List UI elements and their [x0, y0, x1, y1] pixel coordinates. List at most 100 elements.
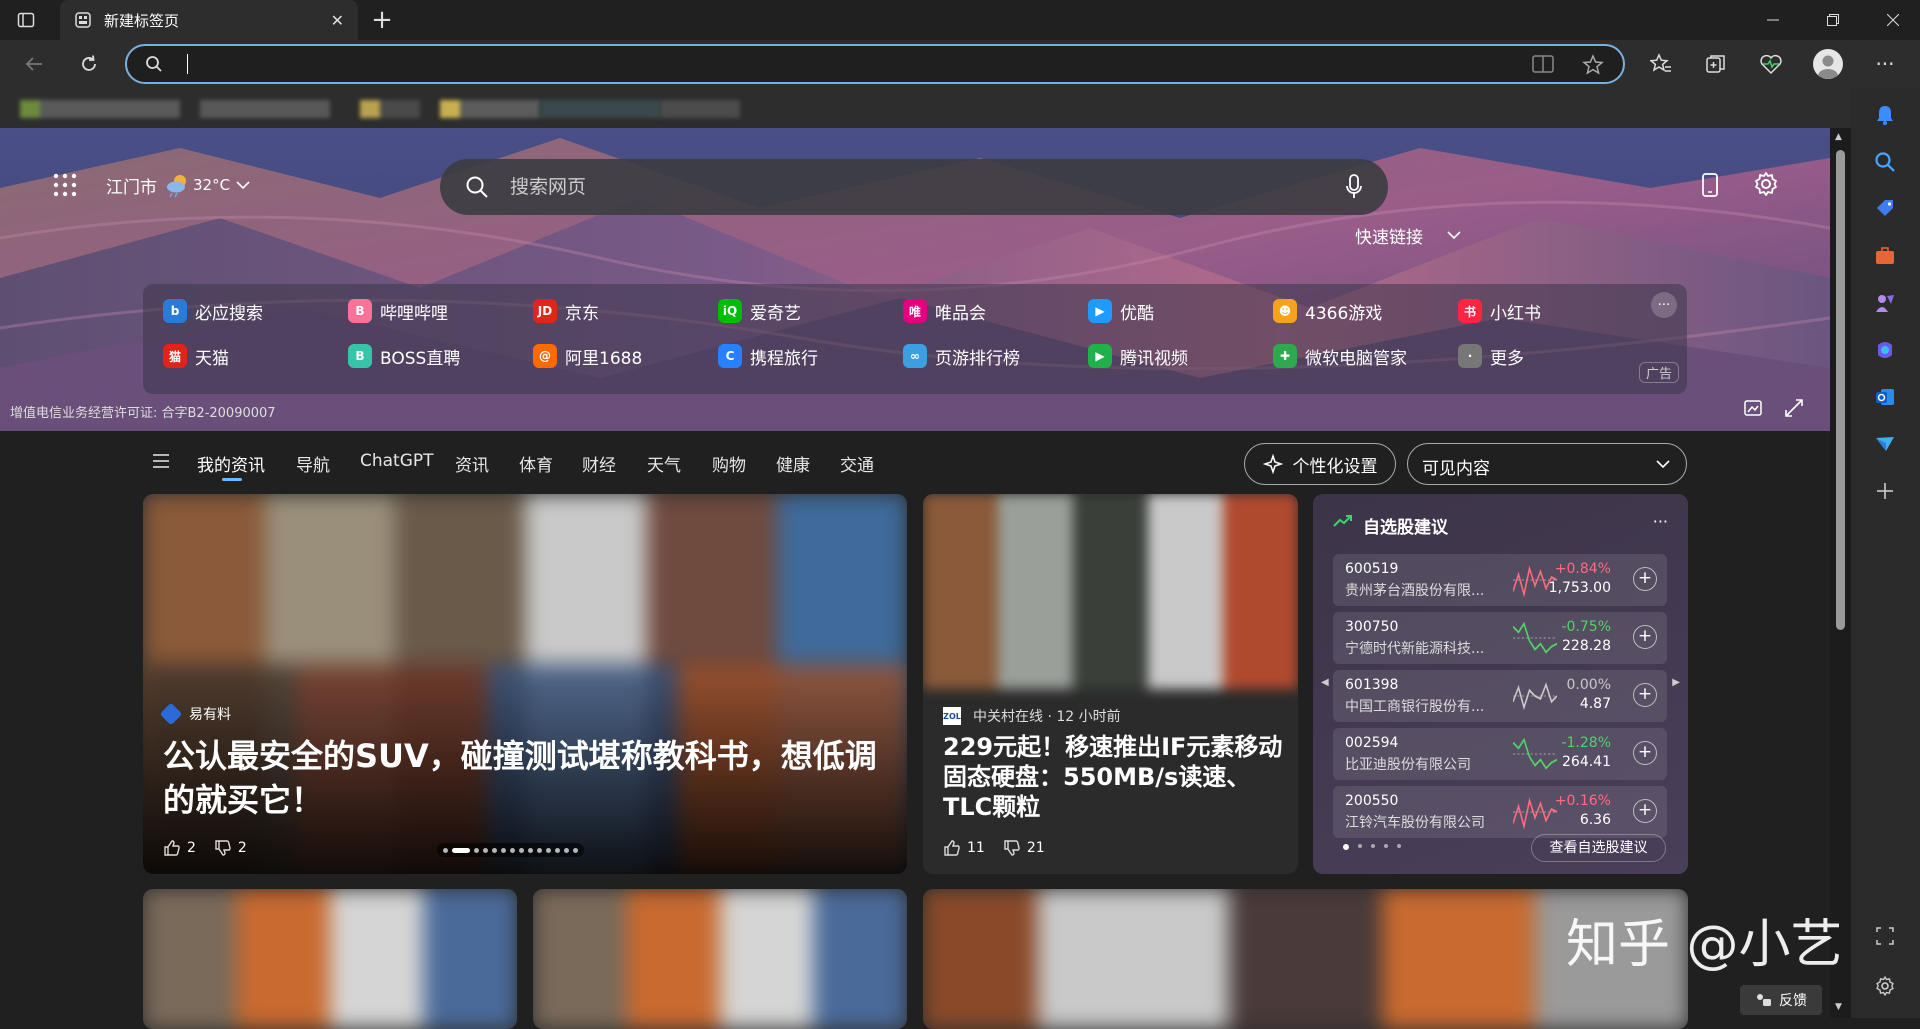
pager-dot[interactable] [1371, 844, 1375, 848]
carousel-dot[interactable] [528, 847, 533, 853]
menu-icon[interactable] [152, 453, 170, 469]
pager-dot[interactable] [1397, 844, 1401, 848]
view-stocks-button[interactable]: 查看自选股建议 [1531, 834, 1666, 862]
chevron-right-icon[interactable]: ▶ [1672, 677, 1680, 688]
visible-content-dropdown[interactable]: 可见内容 [1407, 443, 1687, 485]
quick-link[interactable]: @ 阿里1688 [533, 341, 718, 371]
scroll-down-icon[interactable]: ▼ [1835, 1002, 1842, 1012]
page-scrollbar[interactable]: ▲ ▼ [1830, 128, 1851, 1018]
feed-tab[interactable]: ChatGPT [360, 451, 434, 471]
add-stock-icon[interactable]: + [1633, 567, 1657, 591]
games-icon[interactable] [1867, 285, 1903, 321]
new-tab-button[interactable]: + [366, 4, 398, 36]
feed-tab[interactable]: 天气 [647, 451, 681, 476]
favorites-bar-item[interactable] [540, 100, 660, 118]
minimize-icon[interactable] [1745, 0, 1800, 40]
active-tab[interactable]: 新建标签页 ✕ [60, 0, 358, 40]
feed-tab[interactable]: 财经 [582, 451, 616, 476]
add-icon[interactable] [1867, 473, 1903, 509]
chevron-left-icon[interactable]: ◀ [1321, 677, 1329, 688]
quick-link[interactable]: 猫天猫 [163, 341, 348, 371]
favorites-bar-item[interactable] [660, 100, 740, 118]
favorites-bar-item[interactable] [360, 100, 420, 118]
microphone-icon[interactable] [1345, 174, 1363, 200]
add-stock-icon[interactable]: + [1633, 683, 1657, 707]
quick-link[interactable]: ▶ 优酷 [1088, 296, 1273, 326]
add-stock-icon[interactable]: + [1633, 625, 1657, 649]
quick-link[interactable]: JD 京东 [533, 296, 718, 326]
address-bar[interactable] [125, 44, 1625, 84]
stock-row[interactable]: 200550 江铃汽车股份有限公司 +0.16% 6.36 + [1333, 786, 1667, 838]
expand-icon[interactable] [1784, 398, 1804, 418]
quick-link[interactable]: ✚ 微软电脑管家 [1273, 341, 1458, 371]
favorites-bar-item[interactable] [440, 100, 540, 118]
quick-links-toggle[interactable]: 快速链接 [1355, 222, 1461, 248]
main-article-card[interactable]: 易有料 公认最安全的SUV，碰撞测试堪称教科书，想低调的就买它！ 2 2 [143, 494, 907, 874]
thumbs-up-icon[interactable] [943, 839, 961, 857]
carousel-dot[interactable] [483, 847, 488, 853]
browser-essentials-icon[interactable] [1755, 48, 1787, 80]
quick-link[interactable]: ▶ 腾讯视频 [1088, 341, 1273, 371]
close-window-icon[interactable] [1865, 0, 1920, 40]
feed-tab[interactable]: 健康 [776, 451, 810, 476]
quick-link[interactable]: ☻ 4366游戏 [1273, 296, 1458, 326]
carousel-dot[interactable] [501, 847, 506, 853]
feedback-button[interactable]: 反馈 [1740, 985, 1822, 1015]
article-headline[interactable]: 公认最安全的SUV，碰撞测试堪称教科书，想低调的就买它！ [163, 734, 883, 822]
image-info-icon[interactable] [1743, 398, 1763, 418]
stock-row[interactable]: 002594 比亚迪股份有限公司 -1.28% 264.41 + [1333, 728, 1667, 780]
carousel-dot[interactable] [443, 847, 448, 853]
tools-briefcase-icon[interactable] [1867, 238, 1903, 274]
page-settings-icon[interactable] [1750, 168, 1782, 200]
quick-link[interactable]: · 更多 [1458, 341, 1643, 371]
send-icon[interactable] [1867, 426, 1903, 462]
stock-row[interactable]: 601398 中国工商银行股份有... 0.00% 4.87 + [1333, 670, 1667, 722]
close-tab-icon[interactable]: ✕ [331, 11, 344, 30]
carousel-dot[interactable] [555, 847, 560, 853]
feed-tab[interactable]: 体育 [519, 451, 553, 476]
quick-link[interactable]: iQ 爱奇艺 [718, 296, 903, 326]
quick-link[interactable]: C 携程旅行 [718, 341, 903, 371]
pager-dot[interactable] [1343, 844, 1349, 850]
carousel-dot[interactable] [474, 847, 479, 853]
article-headline[interactable]: 229元起！移速推出IF元素移动固态硬盘：550MB/s读速、TLC颗粒 [943, 732, 1283, 822]
split-screen-icon[interactable] [1532, 54, 1554, 74]
stock-row[interactable]: 600519 贵州茅台酒股份有限... +0.84% 1,753.00 + [1333, 554, 1667, 606]
second-article-card[interactable]: ZOL 中关村在线 · 12 小时前 229元起！移速推出IF元素移动固态硬盘：… [923, 494, 1298, 874]
apps-launcher-icon[interactable] [50, 170, 80, 200]
pager-dot[interactable] [1358, 844, 1362, 848]
quick-links-more-icon[interactable]: ··· [1651, 292, 1677, 318]
feed-tab[interactable]: 资讯 [455, 451, 489, 476]
stocks-more-icon[interactable]: ··· [1653, 512, 1668, 531]
quick-link[interactable]: B BOSS直聘 [348, 341, 533, 371]
scrollbar-thumb[interactable] [1836, 150, 1845, 630]
shopping-tag-icon[interactable] [1867, 191, 1903, 227]
collections-icon[interactable] [1700, 48, 1732, 80]
restore-icon[interactable] [1805, 0, 1860, 40]
feed-tab[interactable]: 导航 [296, 451, 330, 476]
favorites-bar-item[interactable] [200, 100, 330, 118]
mobile-device-icon[interactable] [1696, 170, 1724, 200]
thumbs-up-icon[interactable] [163, 839, 181, 857]
favorite-star-icon[interactable] [1582, 54, 1604, 76]
favorites-icon[interactable] [1645, 48, 1677, 80]
quick-link[interactable]: 唯唯品会 [903, 296, 1088, 326]
quick-link[interactable]: 书小红书 [1458, 296, 1643, 326]
favorites-bar-item[interactable] [20, 100, 180, 118]
copilot-icon[interactable] [1867, 332, 1903, 368]
carousel-dot[interactable] [573, 847, 578, 853]
more-menu-icon[interactable]: ··· [1869, 48, 1901, 80]
sidebar-settings-icon[interactable] [1867, 968, 1903, 1004]
add-stock-icon[interactable]: + [1633, 799, 1657, 823]
carousel-dot[interactable] [452, 847, 470, 853]
quick-link[interactable]: b 必应搜索 [163, 296, 348, 326]
carousel-dot[interactable] [510, 847, 515, 853]
outlook-icon[interactable] [1867, 379, 1903, 415]
notification-bell-icon[interactable] [1867, 97, 1903, 133]
weather-widget[interactable]: 江门市 32°C [106, 170, 250, 200]
carousel-dot[interactable] [537, 847, 542, 853]
thumbs-down-icon[interactable] [1003, 839, 1021, 857]
carousel-dot[interactable] [519, 847, 524, 853]
screenshot-icon[interactable] [1867, 918, 1903, 954]
tab-actions-icon[interactable] [14, 8, 38, 32]
